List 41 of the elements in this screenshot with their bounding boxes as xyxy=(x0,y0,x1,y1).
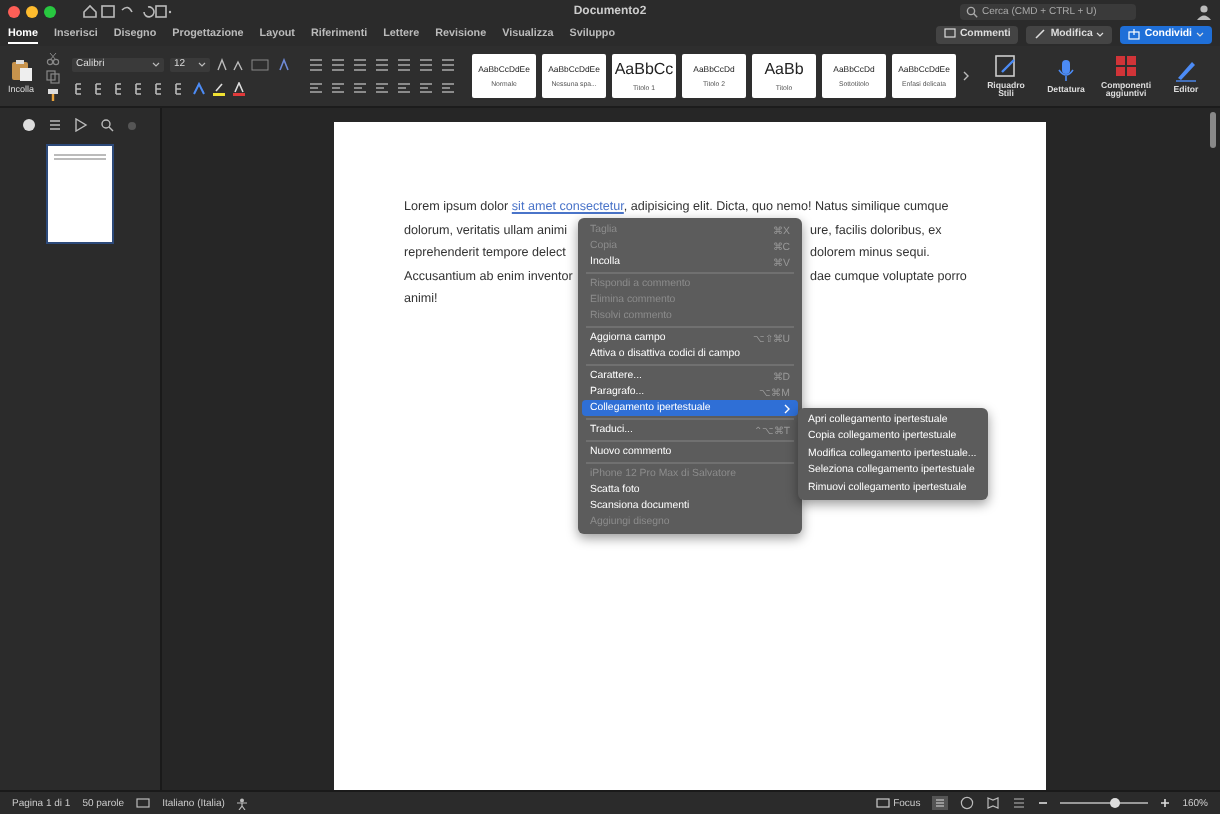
minimize-window-icon[interactable] xyxy=(26,5,38,17)
clipboard-icon xyxy=(9,58,33,82)
maximize-window-icon[interactable] xyxy=(44,5,56,17)
zoom-slider[interactable] xyxy=(1109,798,1120,808)
share-icon xyxy=(1128,28,1141,40)
gallery-next-icon[interactable] xyxy=(962,70,971,82)
scrollbar[interactable] xyxy=(1210,112,1216,148)
search-icon xyxy=(966,5,978,17)
account-icon[interactable] xyxy=(1196,3,1212,19)
focus-icon xyxy=(875,798,890,808)
accessibility-icon[interactable] xyxy=(236,797,249,809)
zoom-in-icon[interactable] xyxy=(1160,798,1171,808)
caret-icon xyxy=(198,61,207,67)
quick-access-drawing[interactable] xyxy=(82,4,174,18)
microphone-icon xyxy=(1054,57,1079,82)
search-icon[interactable] xyxy=(100,118,114,132)
immersive-reader-icon[interactable] xyxy=(986,796,1001,810)
caret-icon xyxy=(1096,31,1105,37)
web-layout-icon[interactable] xyxy=(960,796,975,810)
highlight-icon[interactable] xyxy=(212,81,227,95)
chevron-right-icon xyxy=(784,403,790,413)
page-thumbnail[interactable] xyxy=(48,146,112,242)
thumbnails-icon[interactable] xyxy=(22,118,36,132)
outline-view-icon[interactable] xyxy=(1012,796,1027,810)
close-window-icon[interactable] xyxy=(8,5,20,17)
font-color-icon[interactable] xyxy=(232,81,247,95)
caret-icon xyxy=(1196,31,1204,37)
document-play-icon[interactable] xyxy=(74,118,88,132)
grid-icon xyxy=(1114,53,1139,77)
styles-pane-icon xyxy=(994,53,1019,77)
align-left-icon[interactable] xyxy=(308,81,325,95)
pencil-icon xyxy=(1034,28,1047,40)
outline-icon[interactable] xyxy=(48,118,62,132)
format-painter-icon[interactable] xyxy=(46,87,61,101)
zoom-out-icon[interactable] xyxy=(1038,798,1049,808)
cut-icon[interactable] xyxy=(46,51,61,65)
comment-icon xyxy=(943,28,956,40)
proofing-icon[interactable] xyxy=(136,797,151,809)
print-layout-icon[interactable] xyxy=(932,796,949,810)
pen-icon xyxy=(1174,57,1199,82)
caret-icon xyxy=(152,61,161,67)
